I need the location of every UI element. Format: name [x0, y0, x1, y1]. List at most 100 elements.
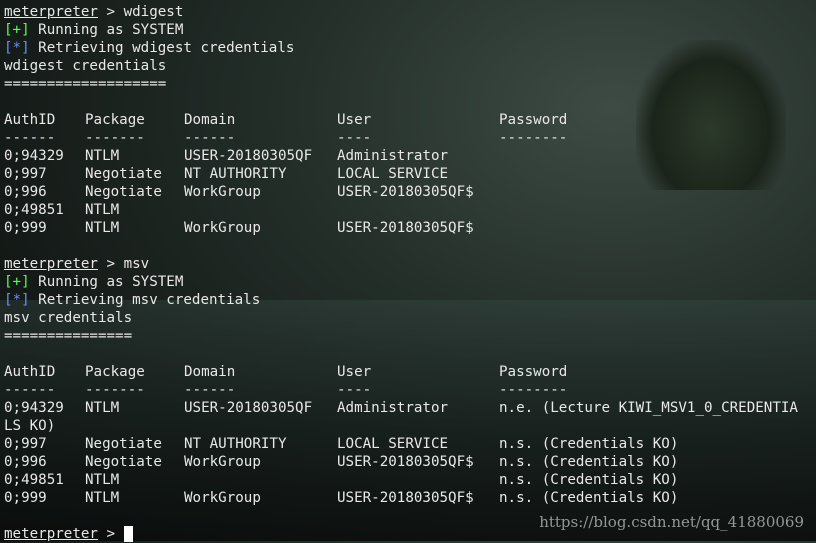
info-marker: [*]: [4, 40, 30, 56]
divider-cell: ------: [184, 130, 236, 146]
cell-package: Negotiate: [85, 454, 162, 470]
status-text: Retrieving msv credentials: [29, 292, 261, 308]
section-underline: ===============: [4, 328, 133, 344]
cell-domain: WorkGroup: [184, 220, 261, 236]
prompt: meterpreter: [4, 4, 98, 20]
table-row: 0;999 NTLM WorkGroup USER-20180305QF$ n.s. (…: [4, 489, 816, 507]
status-line: [+] Running as SYSTEM: [4, 273, 816, 291]
table-divider: ------ ------- ------ ---- --------: [4, 129, 816, 147]
cell-package: NTLM: [85, 148, 120, 164]
status-line: [+] Running as SYSTEM: [4, 21, 816, 39]
cell-package: NTLM: [85, 202, 120, 218]
cell-domain: WorkGroup: [184, 454, 261, 470]
cell-user: USER-20180305QF$: [337, 184, 474, 200]
cell-package: NTLM: [85, 472, 120, 488]
status-text: Retrieving wdigest credentials: [29, 40, 295, 56]
col-user: User: [337, 112, 372, 128]
col-package: Package: [85, 364, 145, 380]
prompt-separator: >: [97, 256, 124, 272]
cell-password: n.s. (Credentials KO): [499, 436, 679, 452]
cell-user: Administrator: [337, 148, 449, 164]
watermark: https://blog.csdn.net/qq_41880069: [539, 513, 804, 531]
col-package: Package: [85, 112, 145, 128]
cell-authid: 0;996: [4, 184, 47, 200]
table-row: 0;94329 NTLM USER-20180305QF Administrator: [4, 147, 816, 165]
prompt: meterpreter: [4, 256, 98, 272]
divider-cell: ------: [4, 130, 56, 146]
col-domain: Domain: [184, 112, 236, 128]
success-marker: [+]: [4, 22, 30, 38]
cell-domain: USER-20180305QF: [184, 148, 313, 164]
divider-cell: ------: [4, 382, 56, 398]
table-header: AuthID Package Domain User Password: [4, 363, 816, 381]
cell-package: NTLM: [85, 490, 120, 506]
terminal-output[interactable]: meterpreter > wdigest [+] Running as SYS…: [4, 3, 816, 542]
table-row: 0;996 Negotiate WorkGroup USER-20180305QF$ n…: [4, 453, 816, 471]
table-row: 0;94329 NTLM USER-20180305QF Administrator n…: [4, 399, 816, 417]
cell-user: USER-20180305QF$: [337, 490, 474, 506]
cell-authid: 0;996: [4, 454, 47, 470]
table-row: 0;997 Negotiate NT AUTHORITY LOCAL SERVICE: [4, 165, 816, 183]
col-domain: Domain: [184, 364, 236, 380]
table-row: 0;997 Negotiate NT AUTHORITY LOCAL SERVICE n…: [4, 435, 816, 453]
section-title: wdigest credentials: [4, 58, 167, 74]
table-row: 0;996 Negotiate WorkGroup USER-20180305QF$: [4, 183, 816, 201]
divider-cell: -------: [85, 382, 145, 398]
cell-password: n.s. (Credentials KO): [499, 472, 679, 488]
cell-user: LOCAL SERVICE: [337, 436, 449, 452]
prompt-separator: >: [97, 526, 124, 542]
cell-user: Administrator: [337, 400, 449, 416]
text-cursor[interactable]: [123, 526, 133, 542]
cell-password: n.s. (Credentials KO): [499, 454, 679, 470]
status-text: Running as SYSTEM: [29, 22, 184, 38]
success-marker: [+]: [4, 274, 30, 290]
info-marker: [*]: [4, 292, 30, 308]
prompt-line: meterpreter > msv: [4, 255, 816, 273]
command: msv: [123, 256, 150, 272]
cell-domain: WorkGroup: [184, 490, 261, 506]
col-password: Password: [499, 112, 568, 128]
divider-cell: ------: [184, 382, 236, 398]
cell-user: USER-20180305QF$: [337, 220, 474, 236]
cell-password: n.s. (Credentials KO): [499, 490, 679, 506]
divider-cell: -------: [85, 130, 145, 146]
cell-user: LOCAL SERVICE: [337, 166, 449, 182]
cell-domain: NT AUTHORITY: [184, 166, 287, 182]
divider-cell: ----: [337, 382, 372, 398]
section-title: msv credentials: [4, 310, 133, 326]
table-row: 0;49851 NTLM: [4, 201, 816, 219]
cell-package: NTLM: [85, 400, 120, 416]
col-authid: AuthID: [4, 112, 56, 128]
cell-authid: 0;94329: [4, 148, 64, 164]
cell-domain: NT AUTHORITY: [184, 436, 287, 452]
cell-authid: 0;997: [4, 436, 47, 452]
cell-package: NTLM: [85, 220, 120, 236]
divider-cell: ----: [337, 130, 372, 146]
status-text: Running as SYSTEM: [29, 274, 184, 290]
table-row: 0;999 NTLM WorkGroup USER-20180305QF$: [4, 219, 816, 237]
cell-user: USER-20180305QF$: [337, 454, 474, 470]
wrapped-line: LS KO): [4, 418, 56, 434]
cell-domain: WorkGroup: [184, 184, 261, 200]
cell-package: Negotiate: [85, 436, 162, 452]
cell-authid: 0;999: [4, 220, 47, 236]
prompt-line: meterpreter > wdigest: [4, 3, 816, 21]
table-row: 0;49851 NTLM n.s. (Credentials KO): [4, 471, 816, 489]
cell-password: n.e. (Lecture KIWI_MSV1_0_CREDENTIA: [499, 400, 798, 416]
status-line: [*] Retrieving wdigest credentials: [4, 39, 816, 57]
prompt: meterpreter: [4, 526, 98, 542]
command: wdigest: [123, 4, 184, 20]
cell-authid: 0;999: [4, 490, 47, 506]
cell-authid: 0;49851: [4, 472, 64, 488]
cell-authid: 0;49851: [4, 202, 64, 218]
section-underline: ===================: [4, 76, 167, 92]
cell-authid: 0;94329: [4, 400, 64, 416]
divider-cell: --------: [499, 382, 568, 398]
col-authid: AuthID: [4, 364, 56, 380]
col-user: User: [337, 364, 372, 380]
col-password: Password: [499, 364, 568, 380]
table-divider: ------ ------- ------ ---- --------: [4, 381, 816, 399]
